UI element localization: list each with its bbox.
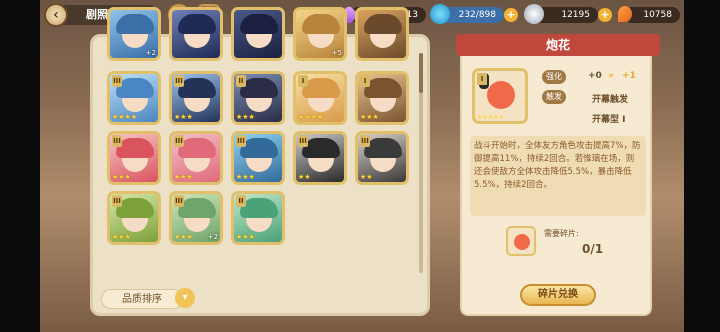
card-rank: II: [236, 75, 246, 87]
sort-dropdown-icon[interactable]: ▾: [175, 288, 195, 308]
stamina-value: 232/898: [458, 10, 496, 20]
card-rank: I: [298, 75, 308, 87]
character-hair: [302, 14, 340, 34]
card-stars: ★★★: [236, 233, 255, 241]
character-card[interactable]: [169, 7, 223, 61]
card-plus-level: +2: [145, 49, 156, 57]
character-card[interactable]: I ★★★★: [293, 71, 347, 125]
character-card[interactable]: +2: [107, 7, 161, 61]
character-card[interactable]: I ★★★: [355, 71, 409, 125]
character-hair: [240, 14, 278, 34]
scroll-thumb[interactable]: [419, 53, 423, 93]
screen-left-edge: [0, 0, 40, 332]
character-card[interactable]: [355, 7, 409, 61]
character-hair: [178, 14, 216, 34]
description-text: 战斗开始时，全体友方角色攻击提高7%，防御提高11%，持续2回合。若惟璃在场，则…: [474, 141, 641, 190]
character-card[interactable]: [231, 7, 285, 61]
character-card[interactable]: III ★★★: [107, 191, 161, 245]
description-box: 战斗开始时，全体友方角色攻击提高7%，防御提高11%，持续2回合。若惟璃在场，则…: [470, 136, 646, 216]
carrots-counter: 10758: [624, 7, 680, 23]
carrot-icon: [618, 6, 632, 22]
card-rank: II: [236, 195, 246, 207]
stamina-icon: [430, 4, 450, 24]
card-stars: ★★★: [174, 113, 193, 121]
character-card[interactable]: II ★★★: [231, 71, 285, 125]
character-card[interactable]: +5: [293, 7, 347, 61]
card-stars: ★★★: [236, 113, 255, 121]
character-card[interactable]: III ★★★★: [107, 71, 161, 125]
scrollbar[interactable]: [419, 53, 423, 273]
card-stars: ★★★: [360, 113, 379, 121]
card-stars: ★★★: [112, 173, 131, 181]
add-coins-button[interactable]: +: [598, 8, 612, 22]
creature-body: [487, 81, 515, 109]
detail-panel: 炮花 I ★★★★★ 强化 +0 » +1 触发 开幕触发 开幕型 I 战斗开始…: [456, 34, 660, 316]
sort-button[interactable]: 品质排序: [101, 289, 183, 309]
detail-rank: I: [477, 73, 487, 85]
add-stamina-button[interactable]: +: [504, 8, 518, 22]
card-stars: ★★★: [236, 173, 255, 181]
card-stars: ★★★★: [298, 113, 324, 121]
card-rank: III: [360, 135, 370, 147]
coins-value: 12195: [561, 10, 590, 20]
character-card[interactable]: III ★★★: [107, 131, 161, 185]
character-card[interactable]: III ★★★: [169, 71, 223, 125]
trigger-value: 开幕触发: [592, 95, 629, 105]
character-card[interactable]: III ★★: [355, 131, 409, 185]
card-rank: III: [236, 135, 246, 147]
coin-icon: [524, 4, 544, 24]
character-card[interactable]: II ★★★: [231, 191, 285, 245]
character-hair: [116, 14, 154, 34]
character-card[interactable]: III ★★★: [231, 131, 285, 185]
character-card[interactable]: III ★★★ +2: [169, 191, 223, 245]
arrow-icon: »: [608, 71, 614, 81]
detail-title: 炮花: [545, 38, 570, 52]
detail-portrait: I ★★★★★: [472, 68, 528, 124]
card-rank: III: [174, 135, 184, 147]
enhance-label: 强化: [546, 72, 562, 81]
card-rank: III: [174, 195, 184, 207]
enhance-tag: 强化: [542, 70, 566, 84]
fragments-label: 需要碎片:: [544, 229, 579, 238]
trigger-tag: 触发: [542, 90, 566, 104]
fragment-exchange-button[interactable]: 碎片兑换: [520, 284, 596, 306]
card-stars: ★★★: [174, 233, 193, 241]
card-grid: +2 +5 III ★★★★ III ★★★ II ★★★ I ★★★★ I ★★★ III ★★★ III…: [107, 7, 423, 285]
card-rank: I: [360, 75, 370, 87]
screen-right-edge: [684, 0, 720, 332]
card-plus-level: +5: [331, 49, 342, 57]
enhance-to: +1: [622, 71, 636, 81]
fragment-creature: [514, 234, 530, 250]
carrots-value: 10758: [643, 10, 672, 20]
detail-stars: ★★★★★: [477, 114, 504, 121]
character-card[interactable]: III ★★★: [169, 131, 223, 185]
detail-header: 炮花: [456, 34, 660, 56]
character-hair: [364, 14, 402, 34]
trigger-label: 触发: [546, 92, 562, 101]
card-stars: ★★★: [174, 173, 193, 181]
fragment-icon: [506, 226, 536, 256]
enhance-from: +0: [588, 71, 602, 81]
back-button[interactable]: ‹: [44, 3, 68, 27]
card-list-panel: +2 +5 III ★★★★ III ★★★ II ★★★ I ★★★★ I ★★★ III ★★★ III…: [90, 7, 430, 316]
card-rank: III: [112, 135, 122, 147]
card-rank: III: [112, 75, 122, 87]
fragments-count: 0/1: [582, 242, 604, 256]
card-stars: ★★: [298, 173, 311, 181]
card-rank: III: [112, 195, 122, 207]
card-stars: ★★★★: [112, 113, 138, 121]
card-plus-level: +2: [207, 233, 218, 241]
card-stars: ★★★: [112, 233, 131, 241]
open-type: 开幕型 I: [592, 115, 626, 125]
card-rank: III: [298, 135, 308, 147]
card-rank: III: [174, 75, 184, 87]
character-card[interactable]: III ★★: [293, 131, 347, 185]
card-stars: ★★: [360, 173, 373, 181]
